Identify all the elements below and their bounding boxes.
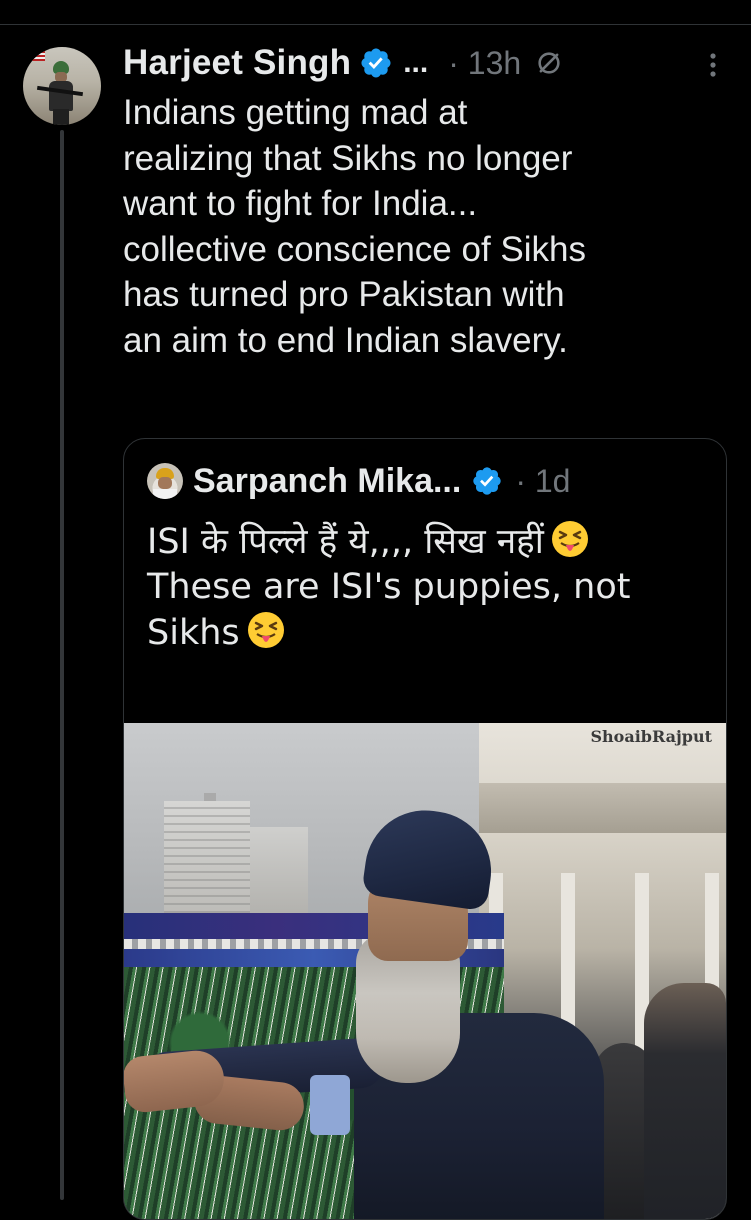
grok-icon[interactable] <box>535 49 563 77</box>
quote-avatar-shirt <box>153 489 177 499</box>
thread-line <box>60 130 64 1200</box>
avatar-legs <box>53 109 69 125</box>
quote-line-hindi: ISI के पिल्ले हैं ये,,,, सिख नहीं <box>147 519 707 565</box>
video-man-cuff <box>310 1075 350 1135</box>
verified-badge-icon <box>473 467 501 495</box>
quoted-tweet[interactable]: Sarpanch Mika... · 1d ISI के पिल्ले हैं … <box>123 438 727 1220</box>
more-options-icon[interactable] <box>700 48 726 82</box>
quote-line-hindi-text: ISI के पिल्ले हैं ये,,,, सिख नहीं <box>147 522 544 562</box>
verified-badge-icon <box>361 48 391 78</box>
quote-author-name: Sarpanch Mika... <box>193 461 462 500</box>
author-avatar[interactable] <box>23 47 101 125</box>
author-name[interactable]: Harjeet Singh <box>123 43 351 83</box>
tweet-header: Harjeet Singh ... · 13h <box>123 38 563 88</box>
name-truncation: ... <box>403 46 429 79</box>
video-watermark: ShoaibRajput <box>590 727 712 746</box>
quote-avatar-face <box>158 477 172 489</box>
squinting-tongue-emoji <box>551 521 588 557</box>
squinting-tongue-emoji <box>247 612 284 648</box>
video-building-2 <box>250 827 308 913</box>
quote-author-avatar <box>147 463 183 499</box>
quote-video[interactable]: ShoaibRajput <box>124 723 726 1219</box>
quote-line-english-1: These are ISI's puppies, not <box>147 567 631 607</box>
tweet-timestamp[interactable]: · 13h <box>448 45 521 82</box>
tweet-text: Indians getting mad at realizing that Si… <box>123 93 586 360</box>
video-building <box>164 801 250 913</box>
video-spectator-2 <box>644 983 726 1219</box>
top-divider <box>0 24 751 25</box>
quote-timestamp: · 1d <box>515 462 571 499</box>
quote-line-english-2: Sikhs <box>147 610 707 656</box>
avatar-flag <box>27 51 45 61</box>
quote-header: Sarpanch Mika... · 1d <box>147 457 570 505</box>
screen: Harjeet Singh ... · 13h Indians getting … <box>0 0 751 1220</box>
quote-text: ISI के पिल्ले हैं ये,,,, सिख नहीं These … <box>147 519 707 656</box>
quote-line-english-2-text: Sikhs <box>147 613 240 653</box>
avatar-body <box>49 81 73 111</box>
